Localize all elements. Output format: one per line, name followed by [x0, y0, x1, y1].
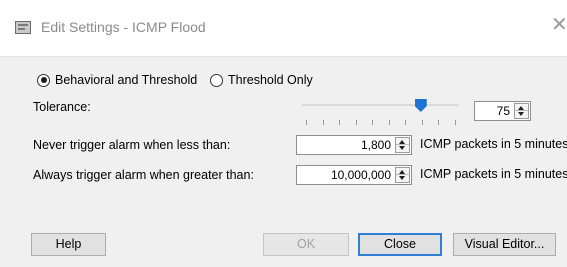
close-button[interactable]: Close — [358, 233, 442, 256]
always-trigger-label: Always trigger alarm when greater than: — [33, 168, 254, 182]
window-title: Edit Settings - ICMP Flood — [41, 19, 206, 35]
never-trigger-spinner[interactable]: 1,800 — [296, 135, 412, 155]
spin-down-icon[interactable] — [518, 112, 524, 116]
radio-label-behavioral: Behavioral and Threshold — [55, 73, 198, 87]
slider-tick — [405, 120, 407, 125]
slider-tick — [339, 120, 341, 125]
title-bar: Edit Settings - ICMP Flood ✕ — [0, 0, 567, 57]
settings-window-icon — [15, 21, 31, 34]
tolerance-slider-thumb[interactable] — [414, 99, 427, 112]
slider-tick — [421, 120, 423, 125]
never-trigger-label: Never trigger alarm when less than: — [33, 138, 231, 152]
slider-tick — [322, 120, 324, 125]
slider-tick — [355, 120, 357, 125]
ok-button[interactable]: OK — [263, 233, 349, 256]
always-trigger-spinner[interactable]: 10,000,000 — [296, 165, 412, 185]
help-button[interactable]: Help — [31, 233, 106, 256]
slider-tick — [438, 120, 440, 125]
spinner-arrows-icon[interactable] — [514, 103, 529, 119]
slider-tick — [455, 120, 456, 125]
radio-label-threshold-only: Threshold Only — [228, 73, 313, 87]
spinner-arrows-icon[interactable] — [395, 167, 410, 183]
always-trigger-value[interactable]: 10,000,000 — [331, 166, 391, 184]
spin-down-icon[interactable] — [399, 176, 405, 180]
tolerance-spinner[interactable]: 75 — [474, 101, 531, 121]
radio-threshold-only[interactable]: Threshold Only — [210, 72, 313, 88]
radio-unselected-icon — [210, 73, 223, 87]
tolerance-label: Tolerance: — [33, 100, 91, 114]
never-trigger-unit: ICMP packets in 5 minutes — [420, 137, 567, 151]
slider-tick — [372, 120, 374, 125]
always-trigger-unit: ICMP packets in 5 minutes — [420, 167, 567, 181]
slider-tick — [306, 120, 307, 125]
close-icon[interactable]: ✕ — [551, 15, 567, 35]
tolerance-slider-track[interactable] — [302, 104, 459, 106]
never-trigger-value[interactable]: 1,800 — [361, 136, 391, 154]
radio-behavioral-and-threshold[interactable]: Behavioral and Threshold — [37, 72, 197, 88]
radio-selected-icon — [37, 73, 50, 87]
tolerance-value[interactable]: 75 — [497, 102, 510, 120]
visual-editor-button[interactable]: Visual Editor... — [453, 233, 556, 256]
spin-down-icon[interactable] — [399, 146, 405, 150]
slider-tick — [388, 120, 390, 125]
spinner-arrows-icon[interactable] — [395, 137, 410, 153]
